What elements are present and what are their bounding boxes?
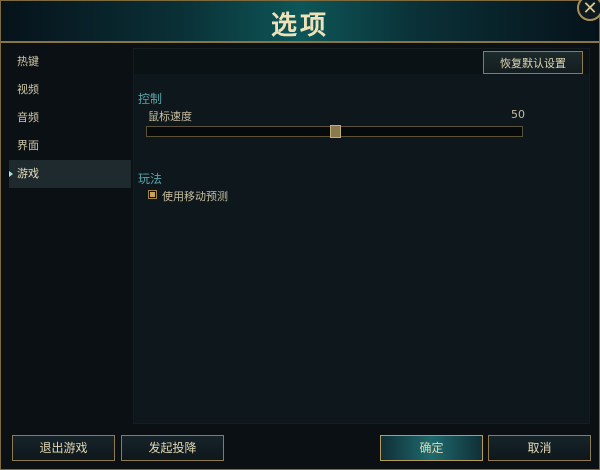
mouse-speed-label: 鼠标速度	[148, 110, 192, 123]
gameplay-section-title: 玩法	[138, 172, 163, 186]
close-icon: ✕	[582, 0, 598, 19]
move-prediction-label: 使用移动预测	[162, 190, 228, 203]
window-title: 选项	[270, 11, 329, 41]
options-sidebar: 热键 视频 音频 界面 游戏	[9, 48, 131, 426]
sidebar-item-label: 热键	[17, 55, 39, 68]
panel-toolbar: 恢复默认设置	[134, 49, 589, 74]
sidebar-item-interface[interactable]: 界面	[9, 132, 131, 160]
sidebar-item-label: 音频	[17, 111, 39, 124]
checkbox-checked-icon	[150, 192, 155, 197]
ok-button[interactable]: 确定	[380, 435, 483, 461]
sidebar-item-label: 视频	[17, 83, 39, 96]
options-window: 选项 ✕ 热键 视频 音频 界面 游戏 恢复默认设置 控制 鼠标速度 50 玩法…	[0, 0, 600, 470]
sidebar-item-video[interactable]: 视频	[9, 76, 131, 104]
sidebar-item-label: 游戏	[17, 167, 39, 180]
surrender-button[interactable]: 发起投降	[121, 435, 224, 461]
sidebar-item-audio[interactable]: 音频	[9, 104, 131, 132]
sidebar-item-label: 界面	[17, 139, 39, 152]
controls-section-title: 控制	[138, 92, 163, 106]
mouse-speed-value: 50	[511, 108, 525, 121]
move-prediction-checkbox[interactable]	[148, 190, 157, 199]
slider-thumb[interactable]	[329, 125, 341, 138]
sidebar-item-game[interactable]: 游戏	[9, 160, 131, 188]
window-header: 选项	[1, 1, 599, 43]
mouse-speed-slider[interactable]	[146, 125, 523, 138]
exit-game-button[interactable]: 退出游戏	[12, 435, 115, 461]
sidebar-item-hotkeys[interactable]: 热键	[9, 48, 131, 76]
settings-panel: 恢复默认设置 控制 鼠标速度 50 玩法 使用移动预测	[133, 48, 590, 424]
restore-defaults-button[interactable]: 恢复默认设置	[483, 51, 583, 74]
cancel-button[interactable]: 取消	[488, 435, 591, 461]
active-marker-icon	[9, 171, 13, 177]
